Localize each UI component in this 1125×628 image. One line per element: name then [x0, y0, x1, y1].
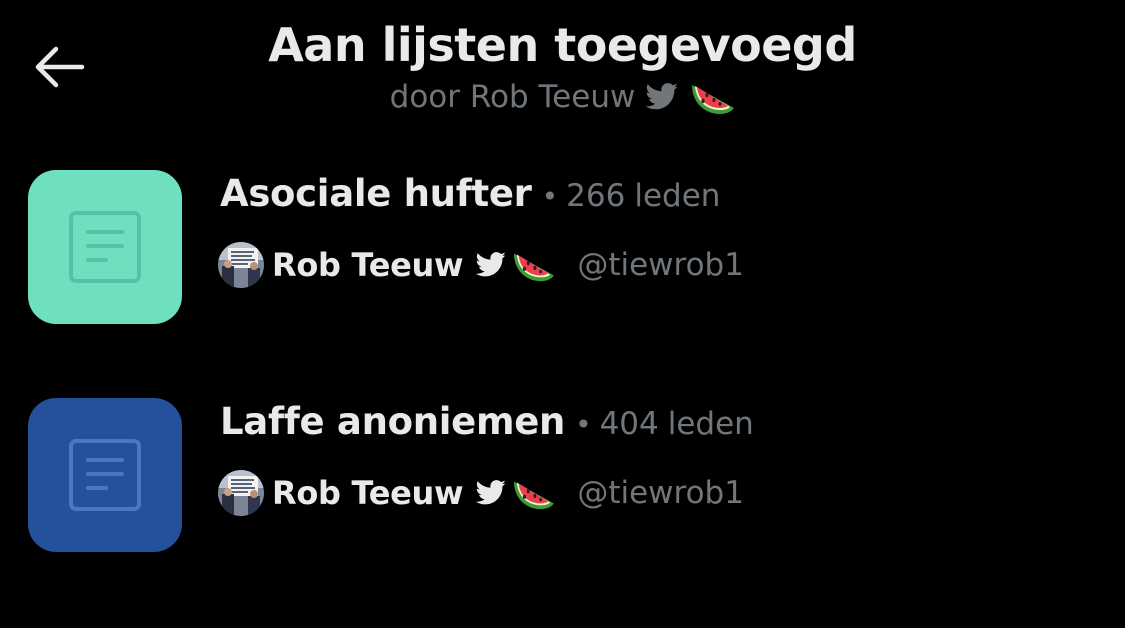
- list-name: Laffe anoniemen: [220, 400, 566, 443]
- owner-name: Rob Teeuw: [272, 246, 464, 284]
- avatar: [218, 470, 264, 516]
- list-document-icon: [69, 211, 141, 283]
- subtitle-text: door Rob Teeuw: [389, 79, 636, 115]
- bird-icon: [475, 480, 507, 505]
- member-count: 266 leden: [566, 178, 720, 214]
- list-item-laffe-anoniemen[interactable]: Laffe anoniemen • 404 leden Rob Teeuw @t…: [0, 398, 1125, 626]
- list-thumbnail: [28, 170, 182, 324]
- list-thumbnail: [28, 398, 182, 552]
- separator-dot: •: [541, 180, 559, 213]
- owner-name: Rob Teeuw: [272, 474, 464, 512]
- page-subtitle: door Rob Teeuw: [390, 76, 736, 118]
- page-title: Aan lijsten toegevoegd: [268, 18, 857, 72]
- list-document-icon: [69, 439, 141, 511]
- watermelon-icon: [692, 85, 735, 114]
- owner-handle: @tiewrob1: [577, 247, 744, 283]
- member-count-value: 404: [599, 406, 659, 442]
- separator-dot: •: [575, 408, 592, 441]
- page-header: Aan lijsten toegevoegd door Rob Teeuw: [0, 14, 1125, 118]
- member-count-label: leden: [634, 178, 721, 214]
- list-owner: Rob Teeuw @tiewrob1: [218, 470, 744, 516]
- list-title-row: Asociale hufter • 266 leden: [220, 172, 720, 215]
- bird-icon: [475, 252, 507, 277]
- list-name: Asociale hufter: [220, 172, 532, 215]
- list-item-asociale-hufter[interactable]: Asociale hufter • 266 leden Rob Teeuw @t…: [0, 170, 1125, 398]
- member-count: 404 leden: [600, 406, 754, 442]
- list-owner: Rob Teeuw @tiewrob1: [218, 242, 744, 288]
- avatar: [218, 242, 264, 288]
- member-count-label: leden: [667, 406, 754, 442]
- member-count-value: 266: [566, 178, 626, 214]
- watermelon-icon: [514, 481, 555, 510]
- bird-icon: [645, 83, 679, 110]
- list-title-row: Laffe anoniemen • 404 leden: [220, 400, 754, 443]
- owner-handle: @tiewrob1: [577, 475, 744, 511]
- watermelon-icon: [514, 253, 555, 282]
